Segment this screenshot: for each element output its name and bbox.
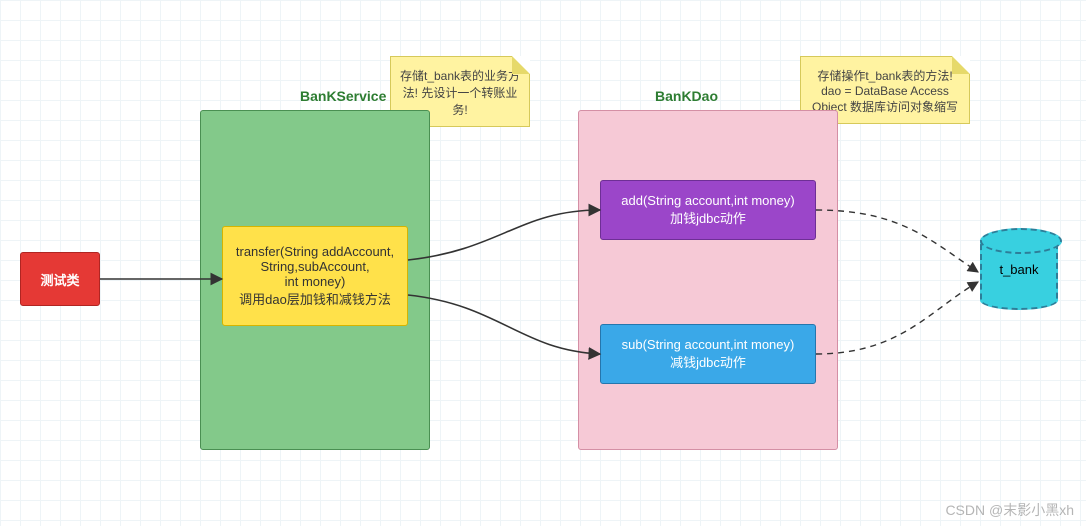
service-title: BanKService	[300, 88, 386, 104]
transfer-method-box: transfer(String addAccount, String,subAc…	[222, 226, 408, 326]
test-class-box: 测试类	[20, 252, 100, 306]
add-method-box: add(String account,int money) 加钱jdbc动作	[600, 180, 816, 240]
dao-title: BanKDao	[655, 88, 718, 104]
watermark: CSDN @末影小黑xh	[945, 500, 1074, 520]
database-cylinder: t_bank	[980, 240, 1058, 310]
sub-method-box: sub(String account,int money) 减钱jdbc动作	[600, 324, 816, 384]
dao-container	[578, 110, 838, 450]
